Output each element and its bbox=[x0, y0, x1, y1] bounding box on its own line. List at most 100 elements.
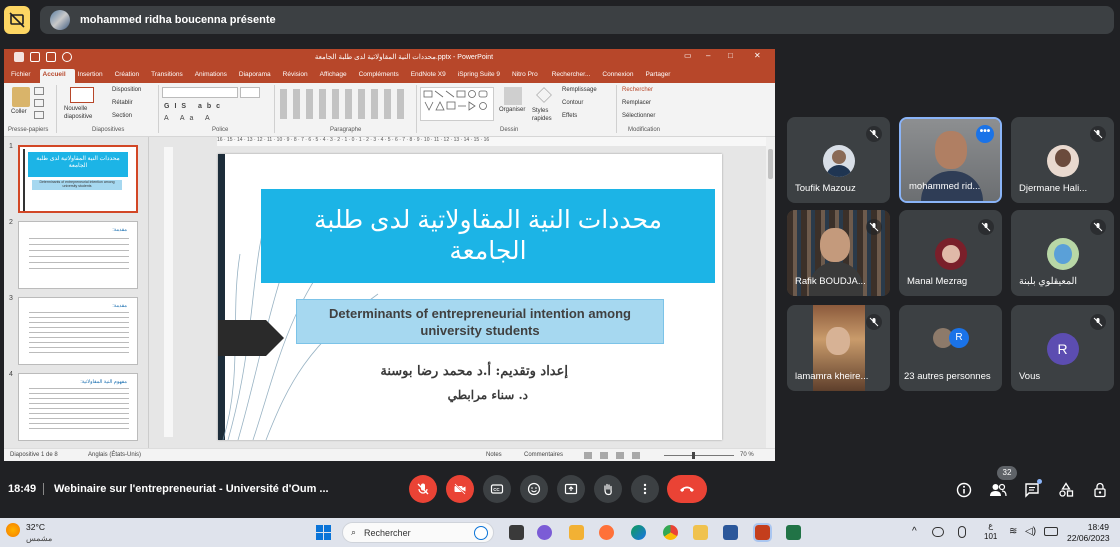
ribbon-tab[interactable]: Révision bbox=[280, 69, 317, 83]
zoom-level[interactable]: 70 % bbox=[740, 452, 754, 458]
weather-icon[interactable] bbox=[6, 523, 20, 537]
section-button[interactable]: Section bbox=[112, 113, 132, 119]
new-slide-icon[interactable] bbox=[70, 87, 94, 103]
shape-fill-button[interactable]: Remplissage bbox=[562, 87, 597, 93]
activities-button[interactable] bbox=[1058, 482, 1074, 498]
folder-icon[interactable] bbox=[693, 525, 708, 540]
more-options-icon[interactable]: ••• bbox=[976, 125, 994, 143]
start-slideshow-icon[interactable] bbox=[62, 52, 72, 62]
redo-icon[interactable] bbox=[46, 52, 56, 62]
start-button[interactable] bbox=[316, 525, 331, 540]
font-family-select[interactable] bbox=[162, 87, 238, 98]
chrome-icon[interactable] bbox=[663, 525, 678, 540]
ribbon-tab[interactable]: Compléments bbox=[356, 69, 408, 83]
ribbon-tab[interactable]: Rechercher... bbox=[549, 69, 600, 83]
link-tray-icon[interactable] bbox=[932, 527, 944, 537]
ribbon-tab[interactable]: Nitro Pro bbox=[509, 69, 547, 83]
taskbar-search[interactable]: ⌕ Rechercher bbox=[342, 522, 494, 543]
arrange-icon[interactable] bbox=[504, 87, 522, 105]
ribbon-tab[interactable]: Animations bbox=[192, 69, 236, 83]
vertical-scrollbar[interactable] bbox=[766, 137, 775, 448]
people-button[interactable] bbox=[989, 482, 1007, 498]
ribbon-tab[interactable]: Diaporama bbox=[236, 69, 280, 83]
ribbon-tab[interactable]: EndNote X9 bbox=[408, 69, 455, 83]
firefox-icon[interactable] bbox=[599, 525, 614, 540]
reactions-button[interactable] bbox=[520, 475, 548, 503]
notes-button[interactable]: Notes bbox=[486, 452, 502, 458]
zoom-slider-thumb[interactable] bbox=[692, 452, 695, 459]
view-buttons[interactable] bbox=[584, 452, 644, 459]
reset-button[interactable]: Rétablir bbox=[112, 100, 133, 106]
thumbnail-slide-4[interactable]: مفهوم النية المقاولاتية: bbox=[18, 373, 138, 441]
new-slide-button[interactable]: Nouvelle diapositive bbox=[64, 105, 104, 121]
participant-tile-others[interactable]: R 23 autres personnes bbox=[899, 305, 1002, 391]
paste-button[interactable]: Coller bbox=[11, 109, 27, 115]
raise-hand-button[interactable] bbox=[594, 475, 622, 503]
presenter-banner[interactable]: mohammed ridha boucenna présente bbox=[40, 6, 1114, 34]
paste-icon[interactable] bbox=[12, 87, 30, 107]
leave-call-button[interactable] bbox=[667, 475, 707, 503]
slide-thumbnails-pane[interactable]: 1 محددات النية المقاولاتية لدى طلبة الجا… bbox=[4, 137, 149, 448]
participant-tile[interactable]: lamamra kheire... bbox=[787, 305, 890, 391]
excel-icon[interactable] bbox=[786, 525, 801, 540]
chat-app-icon[interactable] bbox=[537, 525, 552, 540]
more-options-button[interactable] bbox=[631, 475, 659, 503]
quick-styles-icon[interactable] bbox=[536, 87, 552, 103]
mic-tray-icon[interactable] bbox=[958, 526, 966, 538]
maximize-icon[interactable]: □ bbox=[728, 51, 733, 60]
paragraph-tools[interactable] bbox=[280, 89, 410, 119]
quick-styles-button[interactable]: Styles rapides bbox=[532, 107, 558, 123]
font-format-icons[interactable]: GIS abc bbox=[164, 103, 225, 110]
participant-tile-active[interactable]: ••• mohammed rid... bbox=[899, 117, 1002, 203]
ribbon-tab[interactable]: Accueil bbox=[39, 69, 75, 83]
current-slide[interactable]: محددات النية المقاولاتية لدى طلبة الجامع… bbox=[218, 154, 722, 440]
cut-icon[interactable] bbox=[34, 87, 44, 95]
weather-temp[interactable]: 32°C bbox=[26, 522, 45, 532]
ribbon-tab[interactable]: Affichage bbox=[317, 69, 356, 83]
task-view-icon[interactable] bbox=[509, 525, 524, 540]
participant-tile[interactable]: Toufik Mazouz bbox=[787, 117, 890, 203]
select-button[interactable]: Sélectionner bbox=[622, 113, 655, 119]
ribbon-tab[interactable]: Partager bbox=[642, 69, 679, 83]
thumbnail-slide-3[interactable]: مقدمة: bbox=[18, 297, 138, 365]
chat-button[interactable] bbox=[1024, 479, 1042, 498]
replace-button[interactable]: Remplacer bbox=[622, 100, 651, 106]
ribbon-display-icon[interactable]: ▭ bbox=[684, 51, 692, 60]
thumbnail-slide-2[interactable]: مقدمة: bbox=[18, 221, 138, 289]
close-icon[interactable]: ✕ bbox=[754, 51, 761, 60]
font-size-select[interactable] bbox=[240, 87, 260, 98]
shape-effects-button[interactable]: Effets bbox=[562, 113, 577, 119]
font-color-icons[interactable]: A Aa A bbox=[164, 115, 215, 122]
meeting-info-button[interactable] bbox=[956, 482, 972, 498]
host-controls-button[interactable] bbox=[1092, 482, 1108, 498]
powerpoint-icon[interactable] bbox=[753, 523, 772, 542]
mic-toggle-button[interactable] bbox=[409, 475, 437, 503]
battery-icon[interactable] bbox=[1044, 527, 1058, 536]
participant-tile[interactable]: المعيقلوي بلبنة bbox=[1011, 210, 1114, 296]
thumbnail-slide-1[interactable]: محددات النية المقاولاتية لدى طلبة الجامع… bbox=[18, 145, 138, 213]
ribbon-tab[interactable]: Connexion bbox=[599, 69, 642, 83]
language-status[interactable]: Anglais (États-Unis) bbox=[88, 452, 141, 458]
shape-outline-button[interactable]: Contour bbox=[562, 100, 583, 106]
ribbon-tab[interactable]: Insertion bbox=[75, 69, 112, 83]
captions-button[interactable]: CC bbox=[483, 475, 511, 503]
arrange-button[interactable]: Organiser bbox=[499, 107, 525, 113]
minimize-icon[interactable]: – bbox=[706, 51, 710, 60]
find-button[interactable]: Rechercher bbox=[622, 87, 653, 93]
clock[interactable]: 18:49 22/06/2023 bbox=[1067, 522, 1110, 544]
ribbon-tab[interactable]: Transitions bbox=[148, 69, 192, 83]
tray-chevron-icon[interactable]: ^ bbox=[912, 526, 917, 537]
edge-icon[interactable] bbox=[631, 525, 646, 540]
volume-icon[interactable]: ◁) bbox=[1025, 526, 1036, 537]
copy-icon[interactable] bbox=[34, 99, 44, 107]
ribbon-tab[interactable]: Fichier bbox=[8, 69, 40, 83]
wifi-icon[interactable]: ≋ bbox=[1009, 526, 1017, 537]
undo-icon[interactable] bbox=[30, 52, 40, 62]
zoom-slider[interactable] bbox=[664, 455, 734, 456]
save-icon[interactable] bbox=[14, 52, 24, 62]
camera-toggle-button[interactable] bbox=[446, 475, 474, 503]
file-explorer-icon[interactable] bbox=[569, 525, 584, 540]
input-language[interactable]: ع 101 bbox=[984, 520, 997, 542]
shapes-gallery[interactable] bbox=[420, 87, 494, 121]
present-button[interactable] bbox=[557, 475, 585, 503]
